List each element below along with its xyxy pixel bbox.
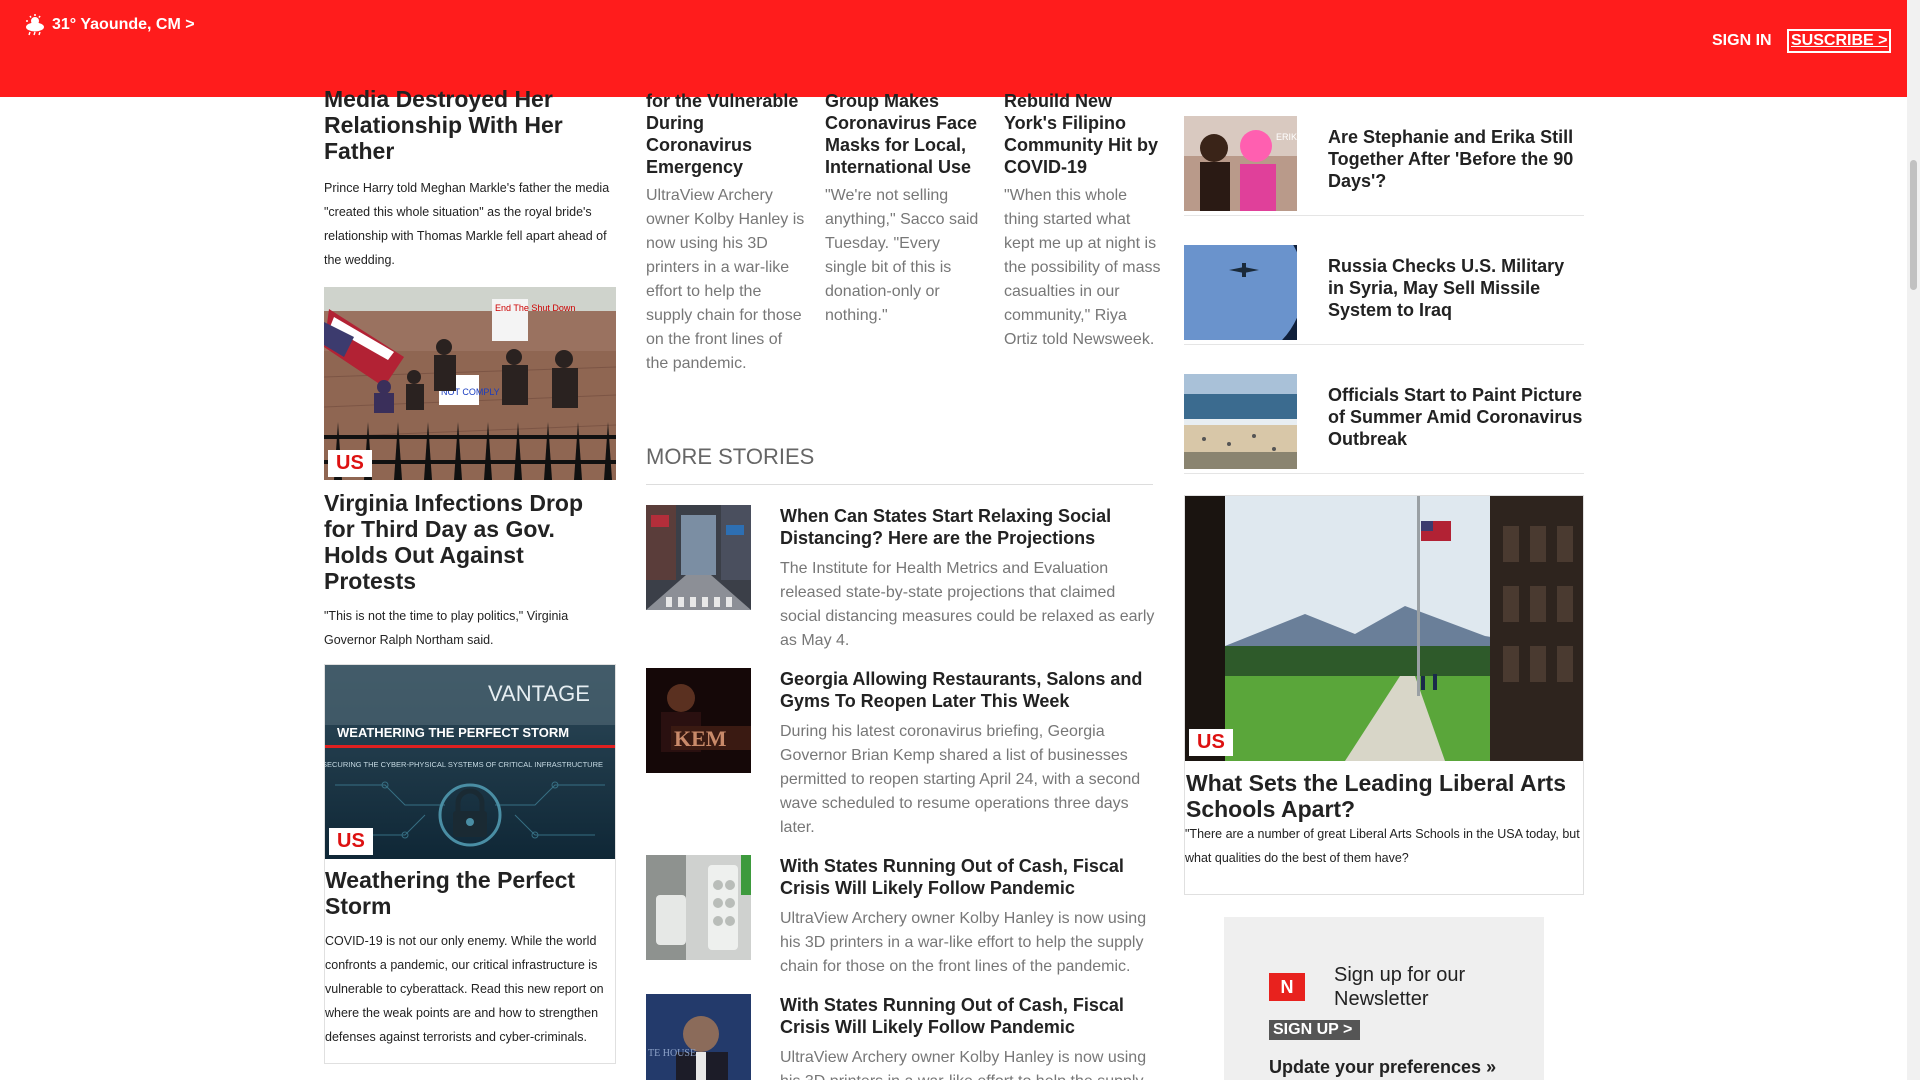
white-house-briefing-image: TE HOUSE [646, 994, 751, 1080]
story-title[interactable]: Rebuild New York's Filipino Community Hi… [1004, 90, 1164, 178]
story-title[interactable]: Group Makes Coronavirus Face Masks for L… [825, 90, 985, 178]
svg-text:TE HOUSE: TE HOUSE [648, 1048, 696, 1059]
top-navigation-bar: 31° Yaounde, CM > SIGN IN SUSCRIBE > [0, 0, 1907, 97]
right-story-item[interactable]: Officials Start to Paint Picture of Summ… [1184, 362, 1584, 474]
left-story-3[interactable]: VANTAGE WEATHERING THE PERFECT STORM SEC… [324, 664, 616, 1064]
svg-text:ERIK: ERIK [1276, 132, 1297, 142]
story-title[interactable]: for the Vulnerable During Coronavirus Em… [646, 90, 806, 178]
mid-story-1[interactable]: for the Vulnerable During Coronavirus Em… [646, 90, 806, 376]
left-story-1[interactable]: Media Destroyed Her Relationship With He… [324, 86, 616, 272]
protest-photo[interactable]: End The Shut Down NOT COMPLY US [324, 287, 616, 480]
story-summary: During his latest coronavirus briefing, … [780, 723, 1141, 836]
story-summary: "There are a number of great Liberal Art… [1185, 827, 1580, 865]
empty-street-image [646, 505, 751, 610]
svg-text:End The Shut Down: End The Shut Down [495, 303, 575, 313]
story-summary: "This is not the time to play politics,"… [324, 609, 569, 647]
sign-in-link[interactable]: SIGN IN [1712, 32, 1772, 50]
story-summary: "When this whole thing started what kept… [1004, 187, 1161, 348]
story-thumbnail[interactable]: TE HOUSE [646, 994, 751, 1080]
featured-story[interactable]: US What Sets the Leading Liberal Arts Sc… [1184, 495, 1584, 895]
newsletter-title: Sign up for our Newsletter [1334, 964, 1466, 1010]
sign-up-button[interactable]: SIGN UP > [1269, 1020, 1361, 1040]
update-preferences-link[interactable]: Update your preferences » [1269, 1057, 1496, 1078]
category-tag[interactable]: US [328, 450, 372, 477]
pills-image [646, 855, 751, 960]
svg-text:SECURING THE CYBER-PHYSICAL SY: SECURING THE CYBER-PHYSICAL SYSTEMS OF C… [325, 760, 603, 769]
story-thumbnail[interactable] [646, 855, 751, 960]
story-summary: UltraView Archery owner Kolby Hanley is … [780, 910, 1147, 975]
story-thumbnail[interactable] [1184, 374, 1297, 469]
svg-text:VANTAGE: VANTAGE [488, 681, 590, 706]
mid-story-2[interactable]: Group Makes Coronavirus Face Masks for L… [825, 90, 985, 328]
weather-cloud-icon [26, 14, 44, 36]
weather-widget[interactable]: 31° Yaounde, CM > [24, 14, 195, 36]
story-title[interactable]: Are Stephanie and Erika Still Together A… [1328, 126, 1584, 192]
story-title[interactable]: What Sets the Leading Liberal Arts Schoo… [1185, 770, 1583, 822]
story-title[interactable]: When Can States Start Relaxing Social Di… [780, 505, 1156, 549]
mid-story-3[interactable]: Rebuild New York's Filipino Community Hi… [1004, 90, 1164, 352]
governor-briefing-image: KEM [646, 668, 751, 773]
campus-photo[interactable]: US [1185, 496, 1583, 761]
svg-text:WEATHERING THE PERFECT STORM: WEATHERING THE PERFECT STORM [337, 725, 569, 740]
story-title[interactable]: Russia Checks U.S. Military in Syria, Ma… [1328, 255, 1584, 321]
story-title[interactable]: Media Destroyed Her Relationship With He… [324, 86, 616, 164]
left-story-2[interactable]: End The Shut Down NOT COMPLY US Virginia… [324, 287, 616, 652]
story-title[interactable]: Weathering the Perfect Storm [325, 867, 615, 919]
category-tag[interactable]: US [329, 828, 373, 855]
story-summary: UltraView Archery owner Kolby Hanley is … [780, 1049, 1147, 1080]
story-title[interactable]: With States Running Out of Cash, Fiscal … [780, 994, 1156, 1038]
campus-image [1185, 496, 1583, 761]
story-summary: The Institute for Health Metrics and Eva… [780, 560, 1155, 649]
scrollbar-thumb[interactable] [1910, 160, 1917, 290]
page-scrollbar[interactable] [1907, 0, 1920, 1080]
story-title[interactable]: Virginia Infections Drop for Third Day a… [324, 490, 616, 594]
story-summary: Prince Harry told Meghan Markle's father… [324, 181, 610, 267]
story-thumbnail[interactable]: KEM [646, 668, 751, 773]
right-story-item[interactable]: ERIK Are Stephanie and Erika Still Toget… [1184, 104, 1584, 216]
story-summary: UltraView Archery owner Kolby Hanley is … [646, 187, 805, 372]
weather-label: 31° Yaounde, CM > [52, 16, 195, 33]
beach-photo [1184, 374, 1297, 469]
aircraft-photo [1184, 245, 1297, 340]
subscribe-button[interactable]: SUSCRIBE > [1787, 29, 1892, 53]
story-title[interactable]: With States Running Out of Cash, Fiscal … [780, 855, 1156, 899]
story-summary: "We're not selling anything," Sacco said… [825, 187, 979, 324]
newsweek-logo: N [1269, 973, 1305, 1001]
story-summary: COVID-19 is not our only enemy. While th… [325, 934, 604, 1044]
story-title[interactable]: Officials Start to Paint Picture of Summ… [1328, 384, 1584, 450]
category-tag[interactable]: US [1189, 729, 1233, 756]
newsletter-signup: N Sign up for our Newsletter SIGN UP > U… [1224, 917, 1544, 1080]
story-thumbnail[interactable]: ERIK [1184, 116, 1297, 211]
story-title[interactable]: Georgia Allowing Restaurants, Salons and… [780, 668, 1156, 712]
cyber-report-photo[interactable]: VANTAGE WEATHERING THE PERFECT STORM SEC… [325, 665, 615, 859]
svg-text:KEM: KEM [674, 726, 727, 751]
story-thumbnail[interactable] [1184, 245, 1297, 340]
more-stories-heading: MORE STORIES [646, 444, 1153, 485]
right-story-item[interactable]: Russia Checks U.S. Military in Syria, Ma… [1184, 233, 1584, 345]
story-thumbnail[interactable] [646, 505, 751, 610]
couple-photo: ERIK [1184, 116, 1297, 211]
